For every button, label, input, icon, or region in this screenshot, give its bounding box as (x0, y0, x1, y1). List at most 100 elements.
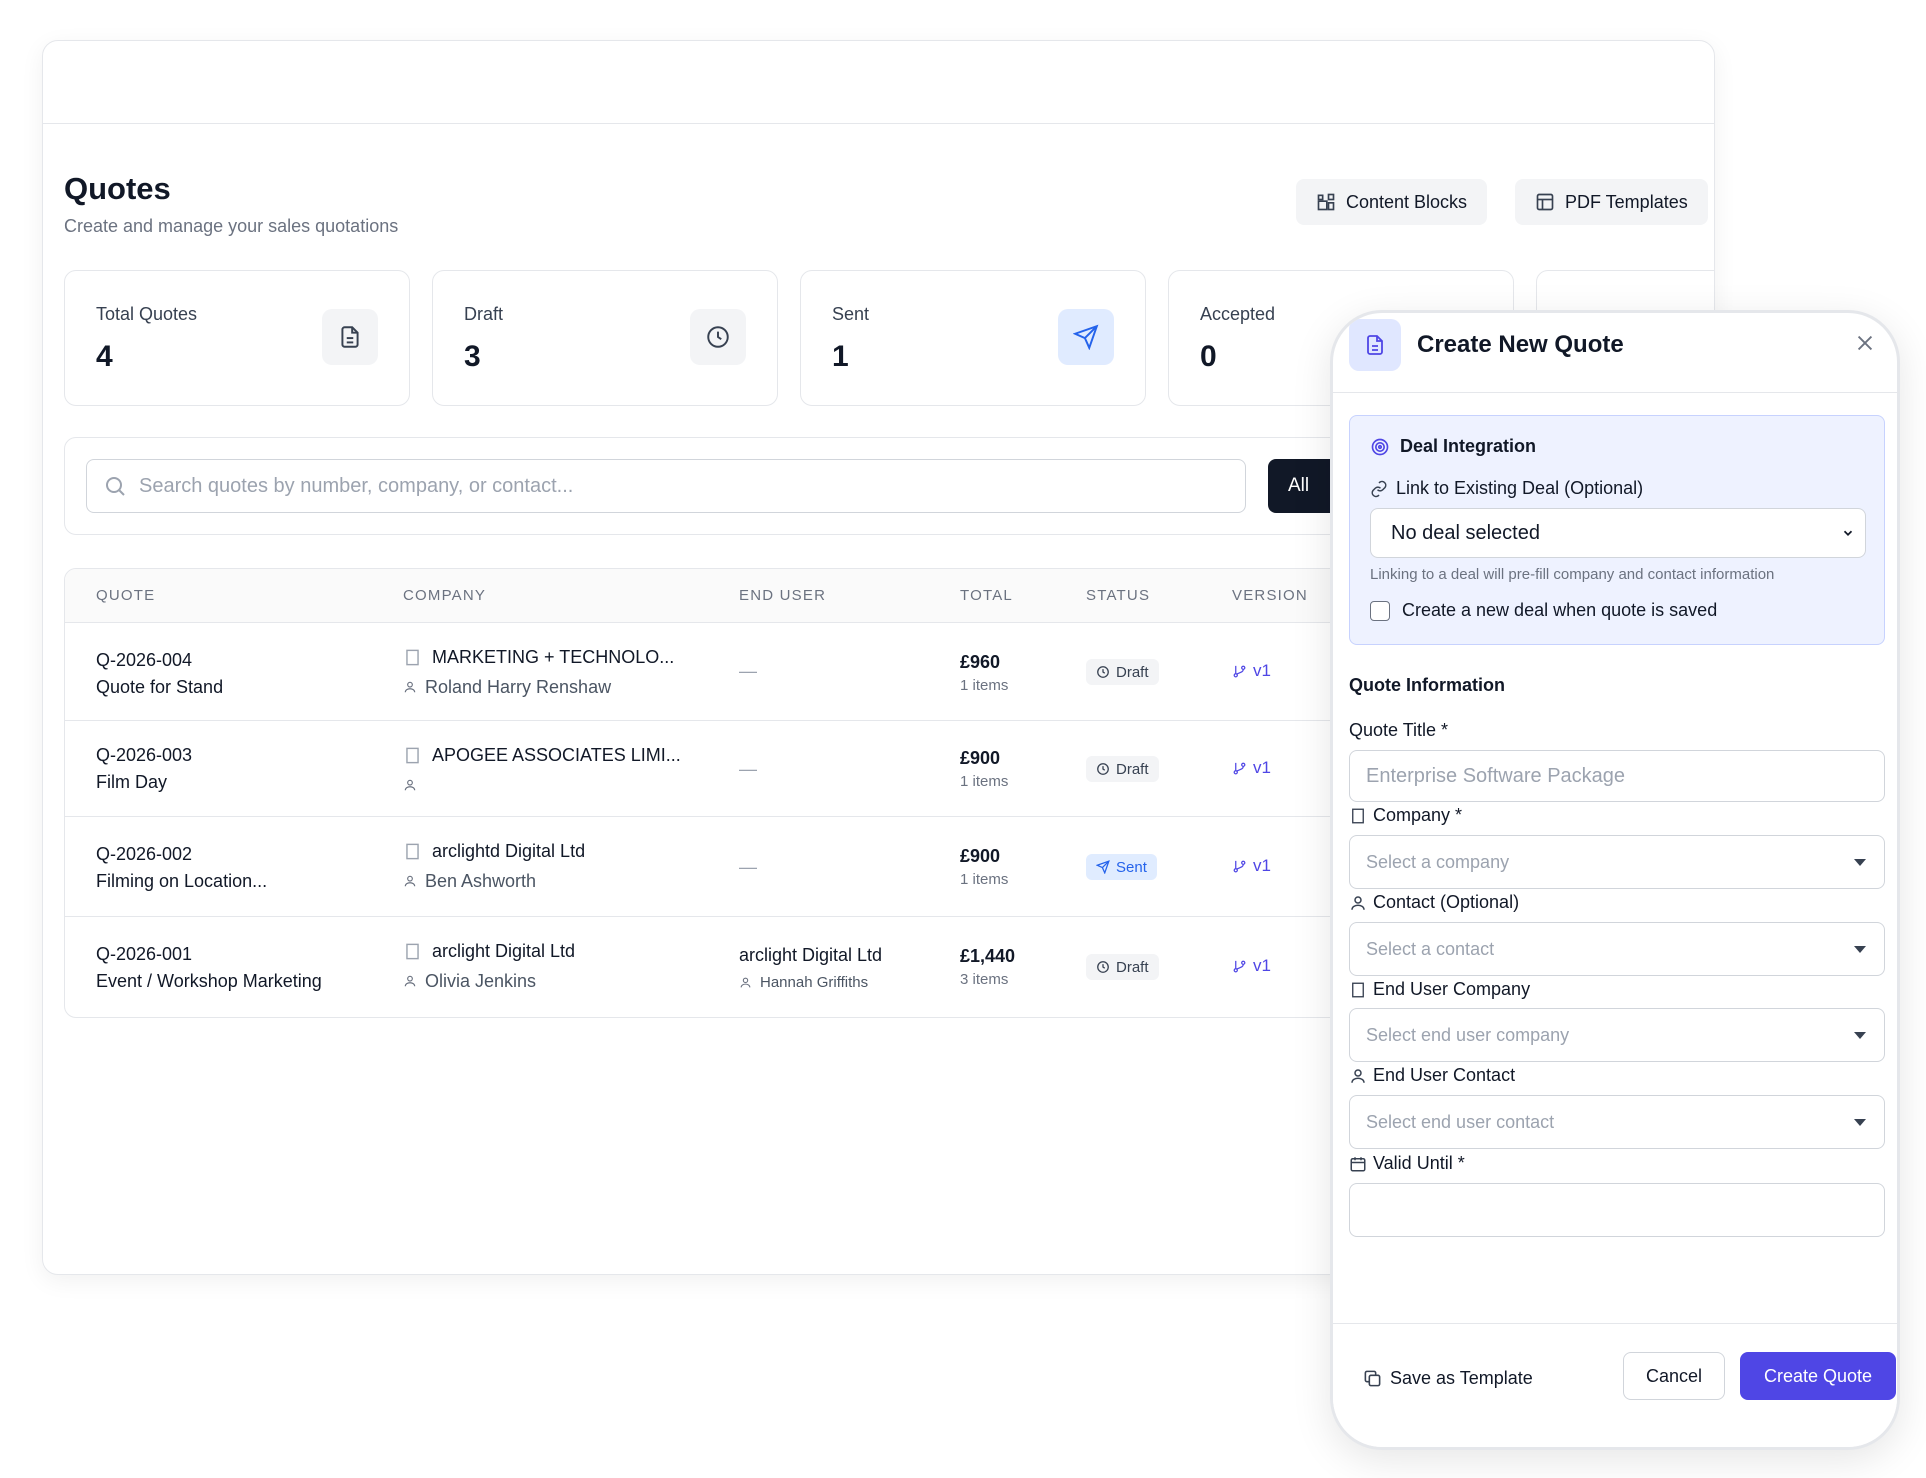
stat-label: Sent (832, 304, 870, 324)
quote-number[interactable]: Q-2026-004 (96, 650, 223, 671)
stat-card-sent: Sent 1 (800, 270, 1146, 406)
status-badge: Draft (1086, 659, 1159, 685)
status-badge: Draft (1086, 954, 1159, 980)
status-text: Draft (1116, 958, 1149, 976)
clock-icon (1097, 666, 1109, 678)
end-user-empty: — (739, 857, 757, 877)
copy-icon (1364, 1370, 1381, 1387)
modal-body: Deal Integration Link to Existing Deal (… (1333, 393, 1897, 1323)
company-name: arclightd Digital Ltd (432, 841, 586, 861)
user-icon (404, 779, 416, 791)
create-deal-checkbox-row[interactable]: Create a new deal when quote is saved (1370, 600, 1717, 621)
save-as-template-button[interactable]: Save as Template (1363, 1368, 1533, 1389)
quote-items: 1 items (960, 871, 1009, 888)
status-badge: Sent (1086, 854, 1157, 880)
document-icon (322, 309, 378, 365)
page-title: Quotes (64, 171, 171, 206)
contact-label-text: Contact (Optional) (1373, 892, 1520, 912)
company-select-placeholder: Select a company (1366, 851, 1510, 872)
valid-until-label-text: Valid Until * (1373, 1153, 1465, 1173)
building-icon (1352, 982, 1364, 997)
column-header-status[interactable]: STATUS (1086, 587, 1150, 604)
contact-name: Olivia Jenkins (425, 970, 537, 991)
quote-total: £900 (960, 748, 1001, 768)
content-blocks-button[interactable]: Content Blocks (1296, 179, 1488, 225)
column-header-version[interactable]: VERSION (1232, 587, 1308, 604)
quote-items: 1 items (960, 677, 1009, 694)
company-cell: arclight Digital Ltd (403, 941, 575, 962)
section-title: Quote Information (1349, 675, 1505, 695)
deal-hint: Linking to a deal will pre-fill company … (1370, 566, 1775, 583)
create-deal-label: Create a new deal when quote is saved (1402, 600, 1718, 620)
version-text: v1 (1253, 956, 1271, 975)
end-user-empty: — (739, 661, 757, 681)
link-icon (1371, 480, 1387, 497)
deal-link-label: Link to Existing Deal (Optional) (1370, 478, 1643, 499)
quote-items: 1 items (960, 773, 1009, 790)
company-cell: MARKETING + TECHNOLO... (403, 647, 674, 668)
version-link[interactable]: v1 (1232, 956, 1271, 976)
column-header-quote[interactable]: QUOTE (96, 587, 155, 604)
contact-select[interactable]: Select a contact (1349, 922, 1885, 976)
status-text: Sent (1116, 858, 1147, 876)
user-icon (740, 977, 751, 988)
contact-name: Roland Harry Renshaw (425, 676, 612, 697)
version-text: v1 (1253, 856, 1271, 875)
deal-select[interactable]: No deal selected (1370, 508, 1866, 558)
close-button[interactable] (1851, 329, 1879, 357)
stat-label: Total Quotes (96, 304, 198, 324)
create-deal-checkbox[interactable] (1370, 600, 1390, 621)
quote-title-input[interactable]: Enterprise Software Package (1349, 750, 1885, 802)
quote-title: Quote for Stand (96, 677, 224, 697)
end-user-company-label: End User Company (1349, 979, 1530, 1000)
caret-down-icon (1854, 945, 1866, 953)
version-text: v1 (1253, 758, 1271, 777)
contact-cell: Roland Harry Renshaw (403, 676, 674, 698)
user-icon (404, 975, 416, 987)
pdf-templates-label: PDF Templates (1565, 191, 1688, 212)
calendar-icon (1350, 1156, 1366, 1171)
user-icon (404, 875, 416, 887)
column-header-total[interactable]: TOTAL (960, 587, 1013, 604)
version-link[interactable]: v1 (1232, 661, 1271, 681)
stat-value: 1 (832, 340, 849, 373)
company-cell: arclightd Digital Ltd (403, 841, 585, 862)
column-header-end-user[interactable]: END USER (739, 587, 826, 604)
quote-total: £900 (960, 846, 1001, 866)
create-quote-button[interactable]: Create Quote (1740, 1352, 1896, 1400)
quote-number[interactable]: Q-2026-001 (96, 944, 322, 965)
pdf-templates-button[interactable]: PDF Templates (1515, 179, 1708, 225)
company-label: Company * (1349, 805, 1462, 826)
version-link[interactable]: v1 (1232, 758, 1271, 778)
version-link[interactable]: v1 (1232, 856, 1271, 876)
end-user-empty: — (739, 759, 757, 779)
deal-heading-text: Deal Integration (1400, 436, 1537, 456)
valid-until-label: Valid Until * (1349, 1153, 1465, 1174)
end-user-company-label-text: End User Company (1373, 979, 1531, 999)
status-text: Draft (1116, 663, 1149, 681)
stat-label: Accepted (1200, 304, 1276, 324)
end-user-contact-placeholder: Select end user contact (1366, 1111, 1555, 1132)
building-icon (406, 649, 419, 666)
git-branch-icon (1233, 960, 1246, 972)
status-text: Draft (1116, 760, 1149, 778)
quote-number[interactable]: Q-2026-002 (96, 844, 267, 865)
company-name: MARKETING + TECHNOLO... (432, 647, 675, 667)
clock-icon (1097, 763, 1109, 775)
valid-until-date-input[interactable] (1349, 1183, 1885, 1237)
quote-total: £1,440 (960, 946, 1016, 966)
version-text: v1 (1253, 661, 1271, 680)
document-icon (1349, 319, 1401, 371)
column-header-company[interactable]: COMPANY (403, 587, 486, 604)
end-user-contact-select[interactable]: Select end user contact (1349, 1095, 1885, 1149)
modal-footer: Save as Template Cancel Create Quote (1333, 1323, 1897, 1447)
quote-title-label: Quote Title * (1349, 720, 1449, 740)
deal-heading: Deal Integration (1370, 436, 1536, 457)
quote-number[interactable]: Q-2026-003 (96, 745, 192, 766)
contact-cell: Olivia Jenkins (403, 970, 575, 992)
cancel-button[interactable]: Cancel (1623, 1352, 1725, 1400)
search-input[interactable] (139, 474, 1219, 498)
company-select[interactable]: Select a company (1349, 835, 1885, 889)
stat-value: 3 (464, 340, 481, 373)
end-user-company-select[interactable]: Select end user company (1349, 1008, 1885, 1062)
